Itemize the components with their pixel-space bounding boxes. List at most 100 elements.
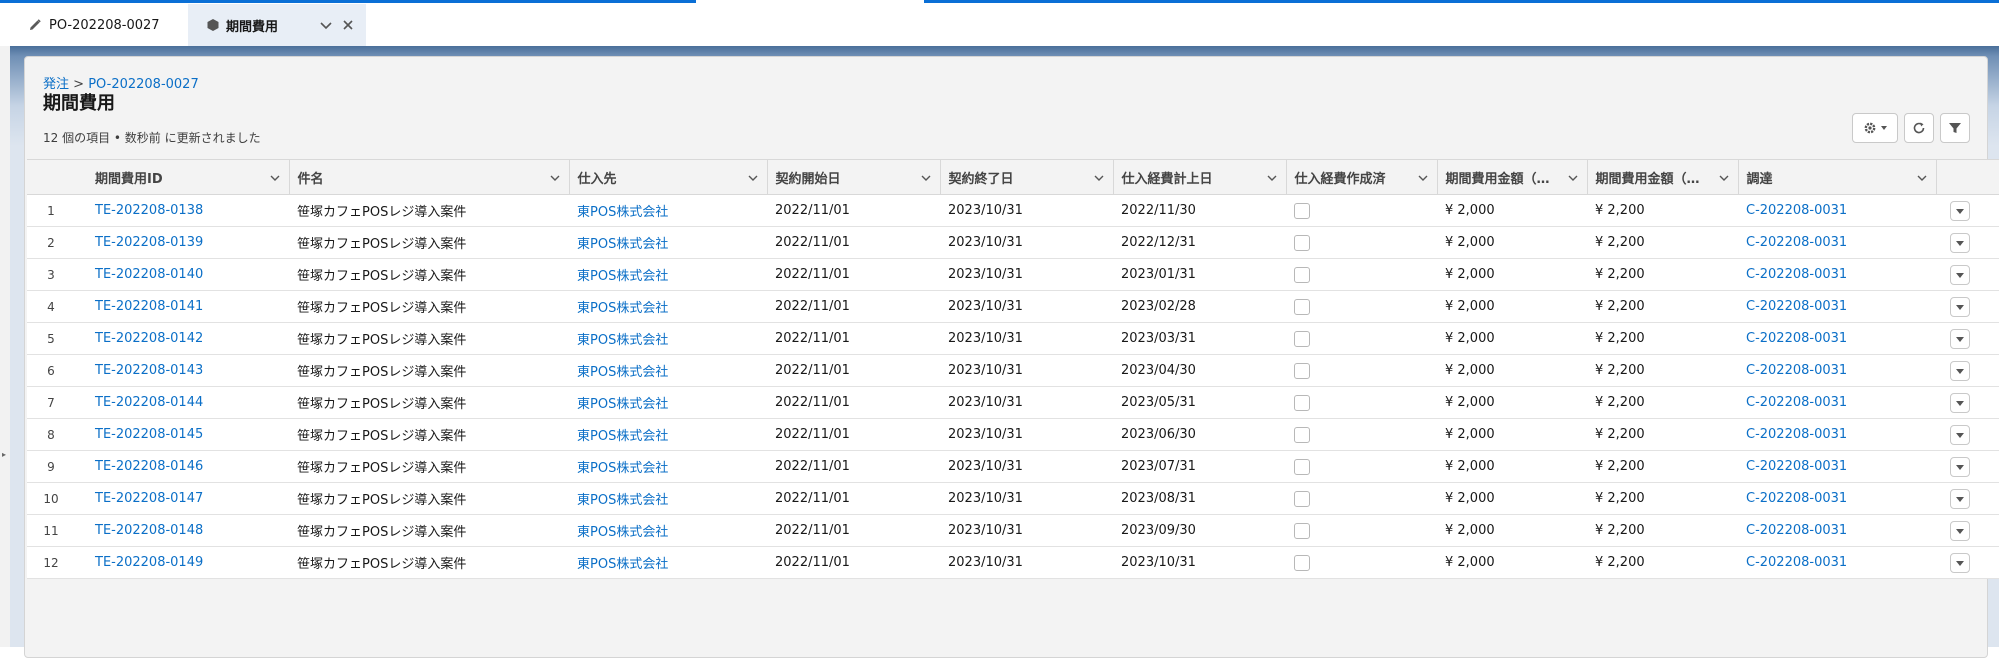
record-id-link[interactable]: TE-202208-0148 <box>87 514 289 547</box>
procurement-link[interactable]: C-202208-0031 <box>1738 194 1936 227</box>
expense-created-checkbox[interactable] <box>1294 202 1310 219</box>
procurement-link[interactable]: C-202208-0031 <box>1738 226 1936 259</box>
procurement-link[interactable]: C-202208-0031 <box>1738 450 1936 483</box>
chevron-down-icon[interactable] <box>920 172 932 184</box>
record-id-link[interactable]: TE-202208-0143 <box>87 354 289 387</box>
record-id-link[interactable]: TE-202208-0138 <box>87 194 289 227</box>
expense-created-checkbox[interactable] <box>1294 394 1310 411</box>
column-header[interactable]: 期間費用金額（… <box>1437 159 1588 195</box>
column-header[interactable]: 契約終了日 <box>940 159 1114 195</box>
row-action-menu-button[interactable] <box>1950 552 1970 573</box>
tab-period-expense[interactable]: 期間費用 <box>188 4 366 46</box>
expense-created-checkbox[interactable] <box>1294 490 1310 507</box>
vendor-link[interactable]: 東POS株式会社 <box>569 386 767 419</box>
chevron-down-icon[interactable] <box>1266 172 1278 184</box>
tab-purchase-order[interactable]: PO-202208-0027 <box>0 4 188 46</box>
procurement-link[interactable]: C-202208-0031 <box>1738 546 1936 579</box>
vendor-link[interactable]: 東POS株式会社 <box>569 546 767 579</box>
row-action-menu-button[interactable] <box>1950 296 1970 317</box>
posting-date-cell: 2023/01/31 <box>1113 258 1286 291</box>
column-header[interactable]: 件名 <box>289 159 570 195</box>
record-id-link[interactable]: TE-202208-0142 <box>87 322 289 355</box>
amount-cell: ¥ 2,000 <box>1437 290 1587 323</box>
row-action-menu-button[interactable] <box>1950 520 1970 541</box>
vendor-link[interactable]: 東POS株式会社 <box>569 226 767 259</box>
record-id-link[interactable]: TE-202208-0141 <box>87 290 289 323</box>
expense-created-checkbox[interactable] <box>1294 330 1310 347</box>
row-action-menu-button[interactable] <box>1950 360 1970 381</box>
expense-created-checkbox[interactable] <box>1294 458 1310 475</box>
row-action-cell <box>1936 514 1999 547</box>
chevron-down-icon[interactable] <box>1567 172 1579 184</box>
expense-created-checkbox[interactable] <box>1294 266 1310 283</box>
procurement-link[interactable]: C-202208-0031 <box>1738 482 1936 515</box>
amount-cell: ¥ 2,000 <box>1437 418 1587 451</box>
row-action-menu-button[interactable] <box>1950 392 1970 413</box>
expense-created-checkbox[interactable] <box>1294 426 1310 443</box>
row-action-menu-button[interactable] <box>1950 264 1970 285</box>
column-header[interactable]: 仕入先 <box>569 159 768 195</box>
vendor-link[interactable]: 東POS株式会社 <box>569 354 767 387</box>
procurement-link[interactable]: C-202208-0031 <box>1738 386 1936 419</box>
close-icon[interactable] <box>340 17 356 33</box>
start-date-cell: 2022/11/01 <box>767 258 940 291</box>
column-header[interactable]: 調達 <box>1738 159 1937 195</box>
vendor-link[interactable]: 東POS株式会社 <box>569 194 767 227</box>
procurement-link[interactable]: C-202208-0031 <box>1738 354 1936 387</box>
refresh-icon <box>1913 122 1925 134</box>
row-action-menu-button[interactable] <box>1950 232 1970 253</box>
row-action-menu-button[interactable] <box>1950 328 1970 349</box>
record-id-link[interactable]: TE-202208-0145 <box>87 418 289 451</box>
end-date-cell: 2023/10/31 <box>940 450 1113 483</box>
record-id-link[interactable]: TE-202208-0139 <box>87 226 289 259</box>
chevron-down-icon[interactable] <box>269 172 281 184</box>
column-header[interactable]: 契約開始日 <box>767 159 941 195</box>
row-action-menu-button[interactable] <box>1950 200 1970 221</box>
refresh-button[interactable] <box>1904 113 1934 143</box>
start-date-cell: 2022/11/01 <box>767 290 940 323</box>
row-action-menu-button[interactable] <box>1950 456 1970 477</box>
record-id-link[interactable]: TE-202208-0146 <box>87 450 289 483</box>
vendor-link[interactable]: 東POS株式会社 <box>569 290 767 323</box>
expense-created-checkbox[interactable] <box>1294 298 1310 315</box>
vendor-link[interactable]: 東POS株式会社 <box>569 322 767 355</box>
chevron-down-icon[interactable] <box>1417 172 1429 184</box>
row-action-menu-button[interactable] <box>1950 424 1970 445</box>
record-id-link[interactable]: TE-202208-0149 <box>87 546 289 579</box>
procurement-link[interactable]: C-202208-0031 <box>1738 290 1936 323</box>
chevron-down-icon[interactable] <box>1916 172 1928 184</box>
expense-created-checkbox[interactable] <box>1294 522 1310 539</box>
vendor-link[interactable]: 東POS株式会社 <box>569 450 767 483</box>
row-number: 2 <box>27 226 87 259</box>
chevron-down-icon[interactable] <box>318 17 334 33</box>
expense-created-checkbox[interactable] <box>1294 362 1310 379</box>
record-id-link[interactable]: TE-202208-0147 <box>87 482 289 515</box>
record-id-link[interactable]: TE-202208-0144 <box>87 386 289 419</box>
chevron-down-icon[interactable] <box>1718 172 1730 184</box>
chevron-down-icon[interactable] <box>549 172 561 184</box>
procurement-link[interactable]: C-202208-0031 <box>1738 514 1936 547</box>
column-header[interactable]: 仕入経費作成済 <box>1286 159 1438 195</box>
procurement-link[interactable]: C-202208-0031 <box>1738 322 1936 355</box>
chevron-down-icon[interactable] <box>747 172 759 184</box>
procurement-link[interactable]: C-202208-0031 <box>1738 418 1936 451</box>
vendor-link[interactable]: 東POS株式会社 <box>569 482 767 515</box>
column-header[interactable]: 期間費用金額（… <box>1587 159 1739 195</box>
expense-created-cell <box>1286 386 1437 419</box>
vendor-link[interactable]: 東POS株式会社 <box>569 514 767 547</box>
expand-arrow-icon[interactable]: ▸ <box>2 450 6 459</box>
expense-created-checkbox[interactable] <box>1294 554 1310 571</box>
procurement-link[interactable]: C-202208-0031 <box>1738 258 1936 291</box>
table-row: 12 TE-202208-0149 笹塚カフェPOSレジ導入案件 東POS株式会… <box>27 546 1999 579</box>
column-header[interactable]: 期間費用ID <box>87 159 290 195</box>
row-action-menu-button[interactable] <box>1950 488 1970 509</box>
filter-button[interactable] <box>1940 113 1970 143</box>
vendor-link[interactable]: 東POS株式会社 <box>569 258 767 291</box>
chevron-down-icon[interactable] <box>1093 172 1105 184</box>
posting-date-cell: 2023/09/30 <box>1113 514 1286 547</box>
vendor-link[interactable]: 東POS株式会社 <box>569 418 767 451</box>
expense-created-checkbox[interactable] <box>1294 234 1310 251</box>
column-header[interactable]: 仕入経費計上日 <box>1113 159 1287 195</box>
list-settings-button[interactable] <box>1852 113 1898 143</box>
record-id-link[interactable]: TE-202208-0140 <box>87 258 289 291</box>
